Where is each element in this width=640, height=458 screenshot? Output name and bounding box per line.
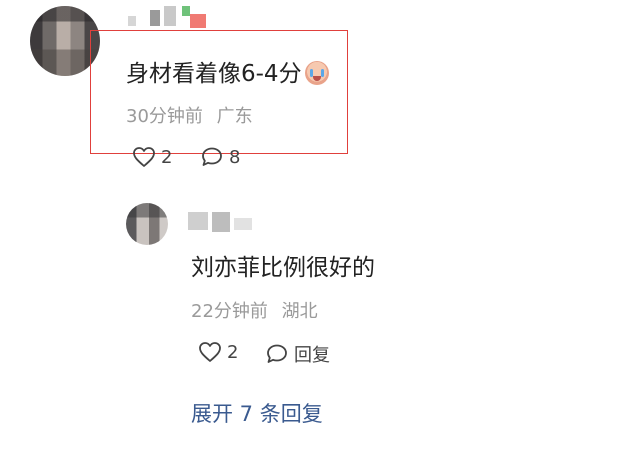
like-count: 2	[161, 146, 173, 168]
comment-time: 30分钟前	[126, 106, 203, 127]
reply-avatar[interactable]	[126, 203, 168, 245]
reply-button[interactable]: 回复	[265, 341, 330, 367]
username-pixelated[interactable]	[128, 6, 218, 30]
like-button[interactable]: 2	[132, 146, 172, 168]
crying-face-icon	[304, 61, 329, 85]
comment-body: 身材看着像6-4分	[126, 61, 302, 87]
reply-username-pixelated[interactable]	[188, 212, 258, 232]
comment-location: 广东	[216, 106, 253, 127]
reply-button-label: 回复	[294, 345, 330, 366]
heart-icon	[133, 147, 155, 167]
comment-bubble-icon	[202, 147, 222, 166]
reply-like-count: 2	[227, 341, 239, 363]
reply-count-button[interactable]: 8	[200, 146, 240, 168]
reply-location: 湖北	[281, 301, 318, 322]
heart-icon	[199, 342, 221, 362]
highlight-box	[90, 30, 348, 154]
reply-text: 刘亦菲比例很好的	[191, 255, 375, 281]
comment-bubble-icon	[267, 344, 287, 363]
expand-replies-link[interactable]: 展开 7 条回复	[191, 398, 323, 428]
comment-meta: 30分钟前 广东	[126, 102, 253, 128]
reply-meta: 22分钟前 湖北	[191, 297, 318, 323]
reply-time: 22分钟前	[191, 301, 268, 322]
reply-count: 8	[229, 146, 241, 168]
comment-text: 身材看着像6-4分	[126, 54, 329, 88]
reply-like-button[interactable]: 2	[198, 341, 238, 363]
